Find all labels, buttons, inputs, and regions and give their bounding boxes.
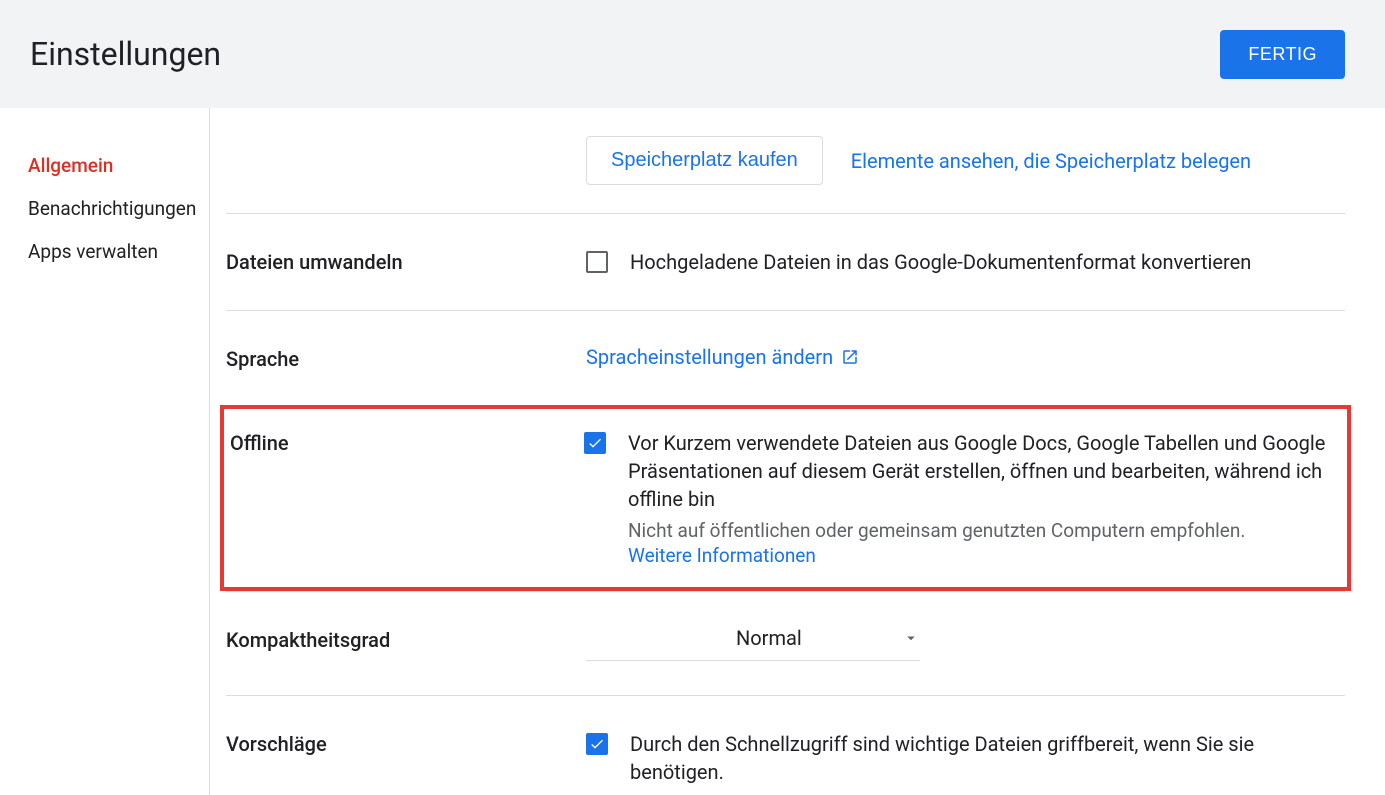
suggestions-checkbox[interactable] xyxy=(586,733,608,755)
section-content-language: Spracheinstellungen ändern xyxy=(586,345,1345,371)
density-select[interactable]: Normal xyxy=(586,626,920,661)
done-button[interactable]: FERTIG xyxy=(1220,30,1345,79)
language-link-text: Spracheinstellungen ändern xyxy=(586,345,833,369)
storage-row: Speicherplatz kaufen Elemente ansehen, d… xyxy=(226,108,1345,213)
offline-more-info-link[interactable]: Weitere Informationen xyxy=(628,544,816,567)
buy-storage-button[interactable]: Speicherplatz kaufen xyxy=(586,136,823,185)
section-language: Sprache Spracheinstellungen ändern xyxy=(226,310,1345,405)
section-content-offline: Vor Kurzem verwendete Dateien aus Google… xyxy=(584,429,1347,567)
section-content-density: Normal xyxy=(586,626,1345,661)
section-label-density: Kompaktheitsgrad xyxy=(226,626,586,661)
page-title: Einstellungen xyxy=(30,35,221,73)
offline-checkbox[interactable] xyxy=(584,432,606,454)
offline-highlight: Offline Vor Kurzem verwendete Dateien au… xyxy=(220,405,1351,591)
sidebar-item-general[interactable]: Allgemein xyxy=(0,144,209,187)
offline-text: Vor Kurzem verwendete Dateien aus Google… xyxy=(628,429,1347,513)
sidebar-item-notifications[interactable]: Benachrichtigungen xyxy=(0,187,209,230)
offline-hint: Nicht auf öffentlichen oder gemeinsam ge… xyxy=(628,519,1347,542)
view-storage-items-link[interactable]: Elemente ansehen, die Speicherplatz bele… xyxy=(851,149,1251,173)
suggestions-text: Durch den Schnellzugriff sind wichtige D… xyxy=(630,730,1345,786)
convert-text: Hochgeladene Dateien in das Google-Dokum… xyxy=(630,248,1251,276)
section-label-offline: Offline xyxy=(230,429,584,567)
language-settings-link[interactable]: Spracheinstellungen ändern xyxy=(586,345,859,369)
section-label-suggestions: Vorschläge xyxy=(226,730,586,786)
section-convert: Dateien umwandeln Hochgeladene Dateien i… xyxy=(226,213,1345,310)
offline-text-block: Vor Kurzem verwendete Dateien aus Google… xyxy=(628,429,1347,567)
chevron-down-icon xyxy=(902,629,920,647)
section-suggestions: Vorschläge Durch den Schnellzugriff sind… xyxy=(226,695,1345,795)
check-icon xyxy=(587,435,603,451)
check-icon xyxy=(589,736,605,752)
external-link-icon xyxy=(841,348,859,366)
density-value: Normal xyxy=(736,626,802,650)
convert-checkbox[interactable] xyxy=(586,251,608,273)
sidebar: Allgemein Benachrichtigungen Apps verwal… xyxy=(0,108,210,795)
section-offline: Offline Vor Kurzem verwendete Dateien au… xyxy=(224,409,1347,587)
section-density: Kompaktheitsgrad Normal xyxy=(226,591,1345,695)
body: Allgemein Benachrichtigungen Apps verwal… xyxy=(0,108,1385,795)
section-content-suggestions: Durch den Schnellzugriff sind wichtige D… xyxy=(586,730,1345,786)
section-content-convert: Hochgeladene Dateien in das Google-Dokum… xyxy=(586,248,1345,276)
section-label-language: Sprache xyxy=(226,345,586,371)
section-label-convert: Dateien umwandeln xyxy=(226,248,586,276)
main-content: Speicherplatz kaufen Elemente ansehen, d… xyxy=(210,108,1385,795)
sidebar-item-manage-apps[interactable]: Apps verwalten xyxy=(0,230,209,273)
header: Einstellungen FERTIG xyxy=(0,0,1385,108)
